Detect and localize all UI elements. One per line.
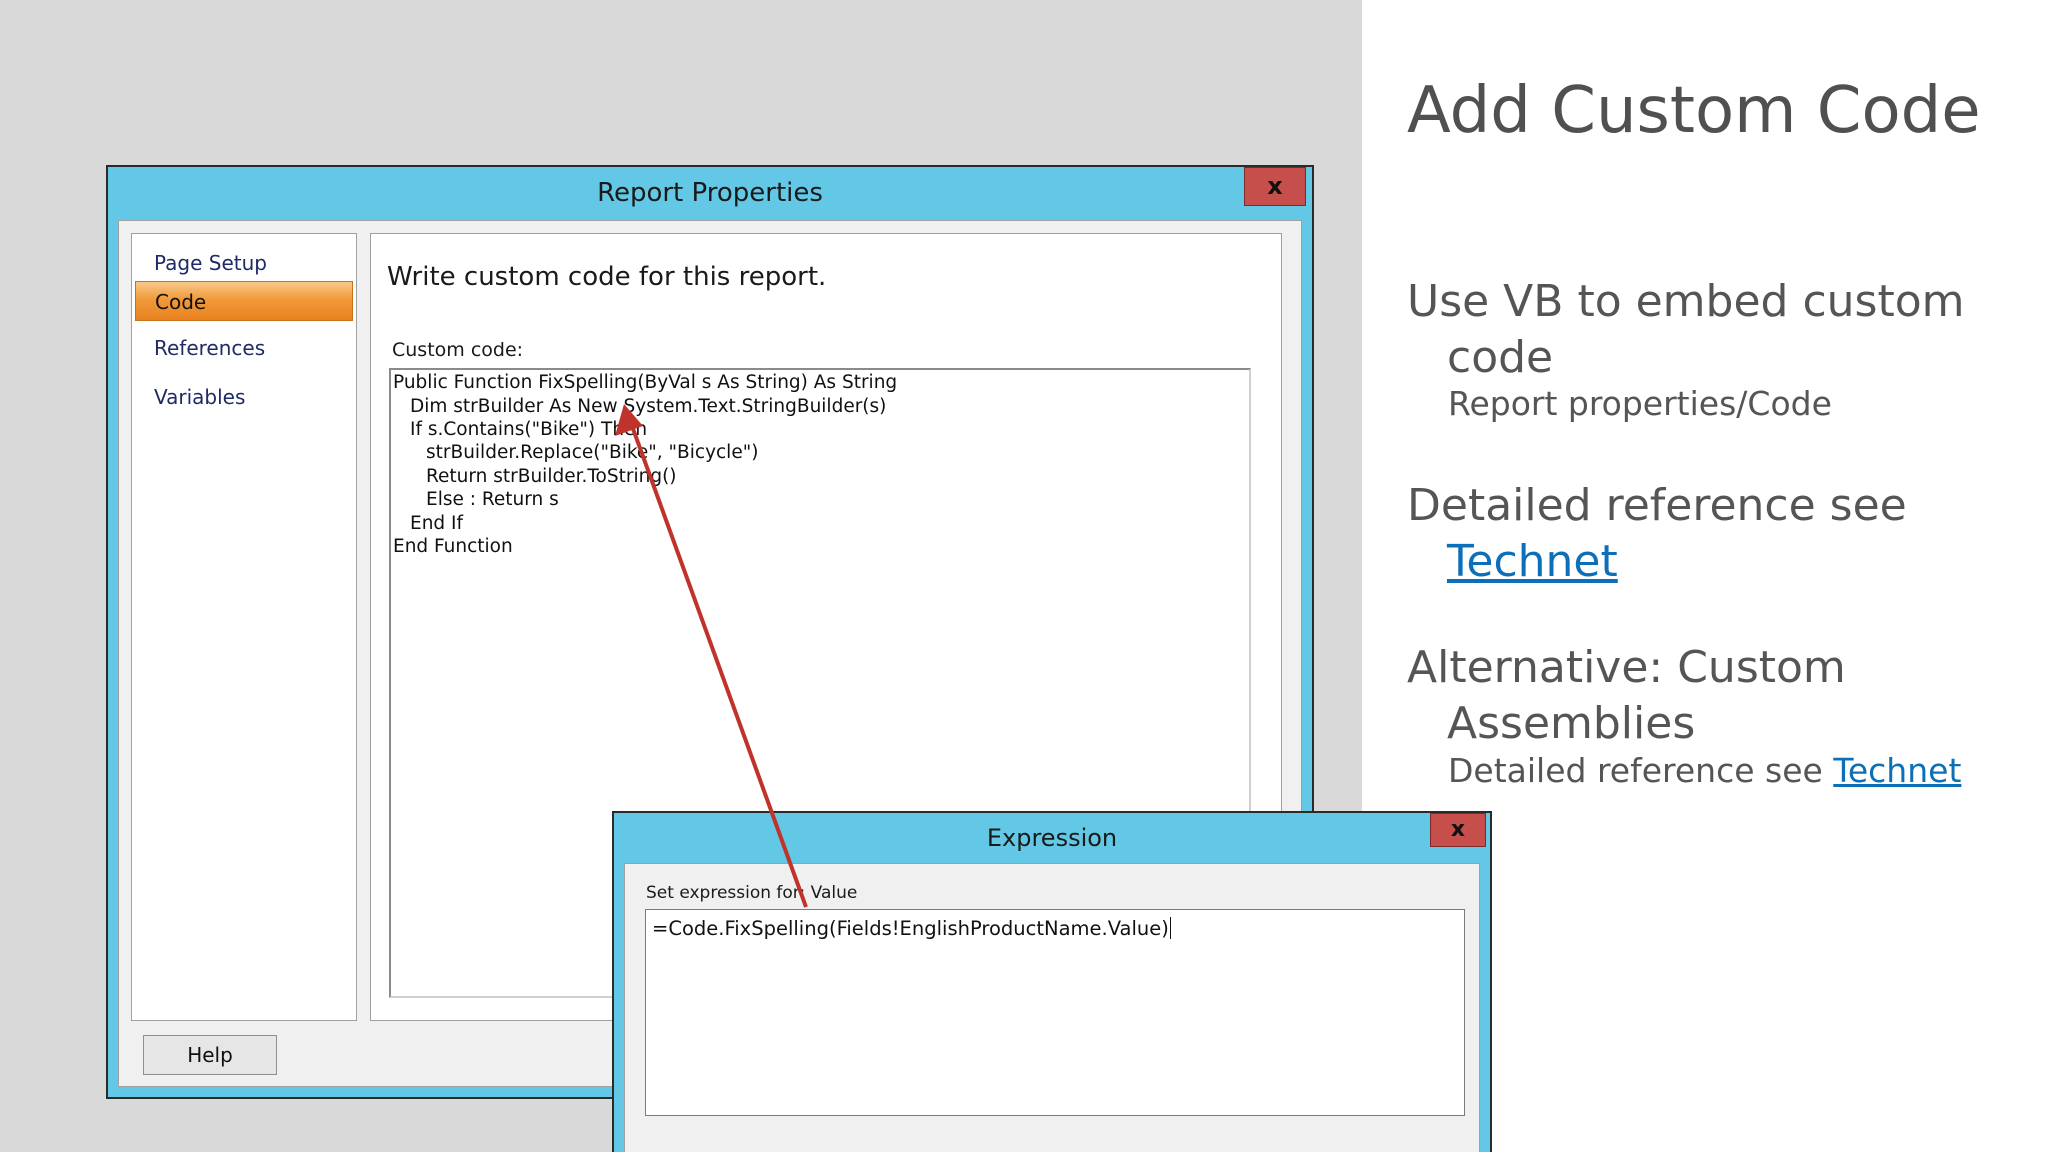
dialog-title: Report Properties: [597, 178, 823, 208]
bullet-detailed-reference: Detailed reference see Technet: [1407, 478, 2007, 590]
close-button[interactable]: x: [1244, 167, 1306, 206]
bullet-text: Use VB to embed custom: [1407, 276, 1965, 327]
sub-bullet-assemblies-reference: Detailed reference see Technet: [1448, 751, 1961, 790]
nav-item-page-setup[interactable]: Page Setup: [135, 243, 353, 283]
sub-bullet-text: Detailed reference see: [1448, 751, 1834, 790]
expression-value-text: =Code.FixSpelling(Fields!EnglishProductN…: [652, 917, 1171, 940]
code-line: End Function: [393, 536, 513, 557]
bullet-custom-assemblies: Alternative: Custom Assemblies: [1407, 640, 2007, 752]
bullet-text: code: [1447, 332, 1554, 383]
bullet-text: Alternative: Custom: [1407, 642, 1846, 693]
bullet-vb-custom-code: Use VB to embed custom code: [1407, 274, 2007, 386]
code-line: Else : Return s: [426, 489, 559, 510]
bullet-text: Assemblies: [1447, 698, 1696, 749]
panel-description: Write custom code for this report.: [387, 262, 827, 292]
technet-link[interactable]: Technet: [1447, 536, 1618, 587]
expression-dialog: Expression x Set expression for: Value =…: [612, 811, 1492, 1152]
expression-input[interactable]: =Code.FixSpelling(Fields!EnglishProductN…: [645, 909, 1465, 1116]
expression-client-area: Set expression for: Value =Code.FixSpell…: [624, 863, 1480, 1152]
bullet-text: Detailed reference see: [1407, 480, 1907, 531]
sub-bullet-report-properties: Report properties/Code: [1448, 384, 1832, 423]
expression-dialog-title: Expression: [986, 824, 1118, 852]
code-line: End If: [410, 513, 464, 534]
help-button[interactable]: Help: [143, 1035, 277, 1075]
nav-item-code[interactable]: Code: [135, 281, 353, 321]
nav-list: Page Setup Code References Variables: [131, 233, 357, 1021]
nav-item-variables[interactable]: Variables: [135, 377, 353, 417]
technet-link[interactable]: Technet: [1833, 751, 1961, 790]
code-line: Public Function FixSpelling(ByVal s As S…: [393, 372, 898, 393]
slide-title: Add Custom Code: [1407, 74, 1981, 148]
code-line: strBuilder.Replace("Bike", "Bicycle"): [426, 442, 759, 463]
code-line: If s.Contains("Bike") Then: [410, 419, 648, 440]
custom-code-label: Custom code:: [392, 339, 524, 361]
expression-label: Set expression for: Value: [646, 883, 858, 903]
code-line: Return strBuilder.ToString(): [426, 466, 677, 487]
nav-item-references[interactable]: References: [135, 328, 353, 368]
code-line: Dim strBuilder As New System.Text.String…: [410, 396, 887, 417]
text-caret: [1169, 917, 1171, 939]
close-button[interactable]: x: [1430, 813, 1486, 847]
